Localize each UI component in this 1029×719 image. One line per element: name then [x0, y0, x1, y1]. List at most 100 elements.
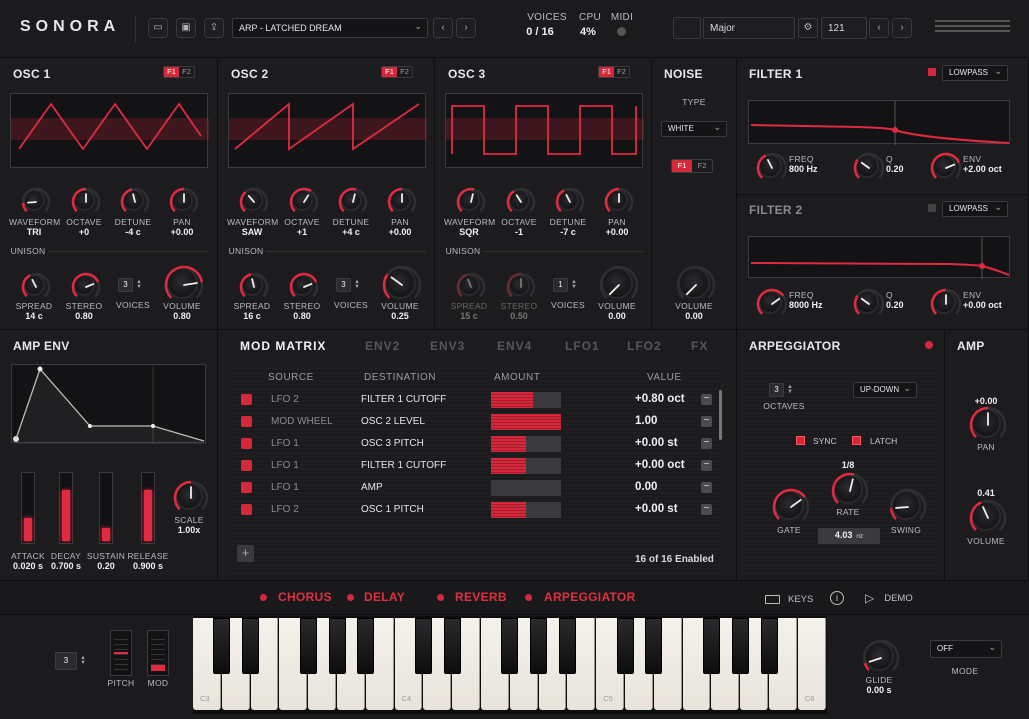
mm-remove-button[interactable]: − [701, 482, 712, 493]
filter2-mode-select[interactable]: LOWPASS [942, 200, 1008, 217]
sustain-slider[interactable] [99, 472, 113, 544]
osc2-filter-select[interactable]: F1 F2 [381, 66, 413, 78]
osc2-f1[interactable]: F1 [382, 67, 397, 77]
osc2-f2[interactable]: F2 [397, 67, 412, 77]
osc1-octave-knob[interactable] [71, 187, 101, 213]
osc2-voices-stepper[interactable]: 3 ▲ ▼ [336, 278, 360, 292]
black-key[interactable] [616, 618, 634, 674]
arp-rate-hz-field[interactable]: 4.03 HZ [818, 528, 880, 544]
osc1-volume-knob[interactable] [164, 265, 204, 299]
mm-amount-bar[interactable] [491, 480, 561, 496]
demo-button[interactable]: ▷ DEMO [865, 591, 913, 605]
osc3-voices-arrows-icon[interactable]: ▲ ▼ [571, 279, 577, 290]
arp-enable-led[interactable] [925, 341, 933, 349]
black-key[interactable] [414, 618, 432, 674]
preset-select[interactable]: ARP - LATCHED DREAM [232, 17, 428, 38]
arp-sync-checkbox[interactable] [796, 436, 805, 445]
tab-lfo2[interactable]: LFO2 [627, 339, 662, 353]
next-preset-button[interactable]: › [456, 18, 476, 38]
mm-source[interactable]: LFO 2 [271, 394, 299, 405]
osc2-octave-knob[interactable] [289, 187, 319, 213]
scale-settings-button[interactable]: ⚙ [798, 18, 818, 38]
osc2-stereo-knob[interactable] [289, 272, 319, 298]
arp-octaves-stepper[interactable]: 3 ▲ ▼ [769, 383, 793, 397]
mm-destination[interactable]: FILTER 1 CUTOFF [361, 460, 446, 471]
noise-f1[interactable]: F1 [672, 160, 692, 172]
mm-destination[interactable]: OSC 2 LEVEL [361, 416, 425, 427]
osc1-f2[interactable]: F2 [179, 67, 194, 77]
fx-chorus-button[interactable]: CHORUS [278, 590, 332, 604]
osc3-f1[interactable]: F1 [599, 67, 614, 77]
black-key[interactable] [242, 618, 260, 674]
filter1-q-knob[interactable] [853, 152, 885, 179]
prev-preset-button[interactable]: ‹ [433, 18, 453, 38]
mm-destination[interactable]: FILTER 1 CUTOFF [361, 394, 446, 405]
osc3-pan-knob[interactable] [604, 187, 634, 213]
mm-remove-button[interactable]: − [701, 394, 712, 405]
black-key[interactable] [760, 618, 778, 674]
mm-source[interactable]: LFO 1 [271, 460, 299, 471]
osc2-voices-arrows-icon[interactable]: ▲ ▼ [354, 279, 360, 290]
mm-amount-bar[interactable] [491, 414, 561, 430]
osc1-f1[interactable]: F1 [164, 67, 179, 77]
osc1-spread-knob[interactable] [21, 272, 51, 298]
release-slider[interactable] [141, 472, 155, 544]
osc1-voices-arrows-icon[interactable]: ▲ ▼ [136, 279, 142, 290]
menu-button[interactable] [935, 20, 1010, 34]
mm-source[interactable]: LFO 2 [271, 504, 299, 515]
mm-remove-button[interactable]: − [701, 416, 712, 427]
amp-volume-knob[interactable] [969, 499, 1007, 531]
tab-fx[interactable]: FX [691, 339, 708, 353]
info-button[interactable]: i [830, 591, 844, 605]
mm-remove-button[interactable]: − [701, 504, 712, 515]
tab-lfo1[interactable]: LFO1 [565, 339, 600, 353]
octave-arrows-icon[interactable]: ▲ ▼ [80, 655, 86, 666]
osc1-filter-select[interactable]: F1 F2 [163, 66, 195, 78]
black-key[interactable] [443, 618, 461, 674]
mm-remove-button[interactable]: − [701, 460, 712, 471]
mm-slot-enable[interactable] [241, 438, 252, 449]
osc1-pan-knob[interactable] [169, 187, 199, 213]
noise-volume-knob[interactable] [676, 265, 716, 299]
black-key[interactable] [645, 618, 663, 674]
fx-arpeggiator-button[interactable]: ARPEGGIATOR [544, 590, 636, 604]
scale-root-box[interactable] [673, 17, 701, 39]
arp-octaves-arrows-icon[interactable]: ▲ ▼ [787, 384, 793, 395]
save-preset-button[interactable]: ▣ [176, 18, 196, 38]
osc1-voices-stepper[interactable]: 3 ▲ ▼ [118, 278, 142, 292]
arp-swing-knob[interactable] [889, 488, 927, 520]
black-key[interactable] [530, 618, 548, 674]
export-preset-button[interactable]: ⇪ [204, 18, 224, 38]
mm-amount-bar[interactable] [491, 458, 561, 474]
osc3-waveform-knob[interactable] [456, 187, 486, 213]
osc2-pan-knob[interactable] [387, 187, 417, 213]
osc3-volume-knob[interactable] [599, 265, 639, 299]
black-key[interactable] [501, 618, 519, 674]
black-key[interactable] [702, 618, 720, 674]
tab-env4[interactable]: ENV4 [497, 339, 532, 353]
open-preset-button[interactable]: ▭ [148, 18, 168, 38]
mm-destination[interactable]: AMP [361, 482, 383, 493]
black-key[interactable] [731, 618, 749, 674]
mm-slot-enable[interactable] [241, 394, 252, 405]
amp-pan-knob[interactable] [969, 406, 1007, 438]
osc3-detune-knob[interactable] [555, 187, 585, 213]
arp-mode-select[interactable]: UP-DOWN [853, 381, 917, 398]
tempo-down-button[interactable]: ‹ [869, 18, 889, 38]
mod-wheel[interactable] [147, 630, 169, 676]
add-mod-slot-button[interactable]: + [237, 545, 254, 562]
filter1-enable[interactable] [928, 68, 936, 76]
mm-source[interactable]: LFO 1 [271, 438, 299, 449]
osc2-detune-knob[interactable] [338, 187, 368, 213]
osc2-waveform-knob[interactable] [239, 187, 269, 213]
black-key[interactable] [299, 618, 317, 674]
pitch-wheel[interactable] [110, 630, 132, 676]
mm-slot-enable[interactable] [241, 416, 252, 427]
mm-source[interactable]: LFO 1 [271, 482, 299, 493]
filter2-q-knob[interactable] [853, 288, 885, 315]
arp-latch-checkbox[interactable] [852, 436, 861, 445]
mm-source[interactable]: MOD WHEEL [271, 416, 333, 427]
osc3-spread-knob[interactable] [456, 272, 486, 298]
noise-type-select[interactable]: WHITE [661, 120, 727, 137]
black-key[interactable] [558, 618, 576, 674]
